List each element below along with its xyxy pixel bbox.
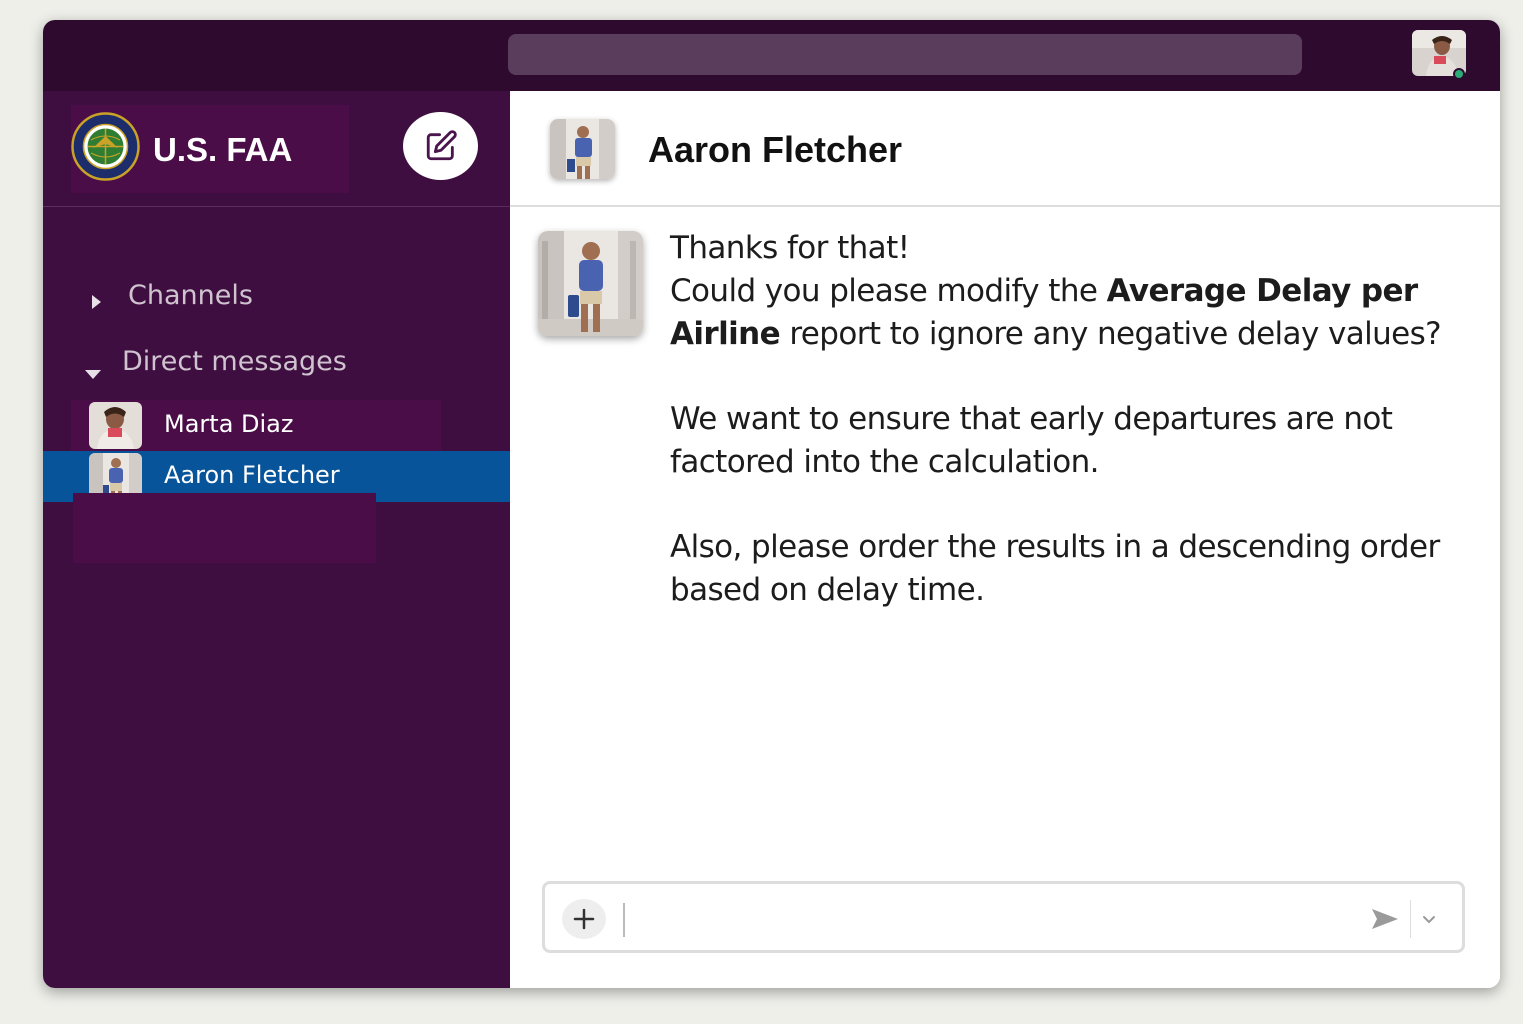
dm-name-aaron-fletcher: Aaron Fletcher (164, 461, 340, 489)
chat-panel: Aaron Fletcher Thanks for that! Could yo… (510, 91, 1500, 988)
message-paragraph-2: We want to ensure that early departures … (670, 401, 1393, 480)
workspace-name[interactable]: U.S. FAA (153, 131, 292, 169)
dm-item-marta-diaz[interactable]: Marta Diaz (43, 400, 510, 451)
caret-down-icon (83, 357, 103, 388)
channels-section[interactable]: Channels (43, 278, 510, 318)
top-bar (43, 20, 1500, 91)
chevron-down-icon (1423, 916, 1435, 924)
direct-messages-label: Direct messages (122, 346, 347, 377)
attach-button[interactable] (562, 899, 606, 939)
compose-button[interactable] (403, 112, 478, 180)
direct-messages-section[interactable]: Direct messages (43, 344, 510, 384)
send-icon (1372, 909, 1398, 929)
app-window: U.S. FAA Channels Direct messages Marta … (43, 20, 1500, 988)
message-paragraph-3: Also, please order the results in a desc… (670, 529, 1440, 608)
channels-label: Channels (128, 280, 253, 311)
dm-name-marta-diaz: Marta Diaz (164, 410, 294, 438)
text-cursor (623, 903, 625, 937)
status-online-indicator (1453, 68, 1465, 80)
compose-icon (426, 130, 457, 161)
message-text-post: report to ignore any negative delay valu… (780, 316, 1442, 352)
caret-right-icon (89, 287, 103, 318)
workspace-header: U.S. FAA (43, 91, 510, 207)
send-button[interactable] (1369, 903, 1401, 935)
plus-icon (573, 908, 595, 930)
message-line-1: Thanks for that! (670, 230, 910, 266)
message-composer[interactable] (542, 881, 1465, 953)
chat-title: Aaron Fletcher (648, 129, 903, 170)
message-body: Thanks for that! Could you please modify… (670, 227, 1470, 654)
message-avatar-aaron-fletcher[interactable] (538, 231, 643, 336)
send-options-button[interactable] (1420, 910, 1438, 928)
search-bar[interactable] (508, 34, 1302, 75)
sidebar: U.S. FAA Channels Direct messages Marta … (43, 91, 510, 988)
send-divider (1410, 900, 1411, 938)
message-text-pre: Could you please modify the (670, 273, 1107, 309)
message-paragraph-1: Could you please modify the Average Dela… (670, 270, 1470, 356)
avatar-marta-diaz (89, 402, 142, 449)
chat-header: Aaron Fletcher (510, 91, 1500, 207)
sidebar-empty-highlight (73, 493, 376, 563)
faa-seal-logo (71, 112, 140, 181)
header-avatar-aaron-fletcher[interactable] (550, 119, 615, 179)
